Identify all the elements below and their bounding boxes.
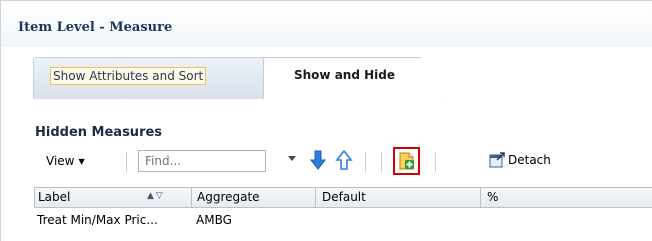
column-header-label[interactable]: Label [38,190,70,204]
column-header-default[interactable]: Default [322,190,366,204]
add-button-highlight[interactable] [393,147,420,175]
column-divider [480,188,481,208]
tab-label: Show Attributes and Sort [50,67,207,85]
sort-icon[interactable]: ▲▽ [147,191,165,201]
find-dropdown-icon[interactable] [288,156,296,161]
view-menu-label: View [46,154,75,168]
arrow-up-icon[interactable] [335,150,353,170]
cell-label: Treat Min/Max Pric... [37,213,158,227]
tab-label: Show and Hide [294,68,395,82]
panel-header: Item Level - Measure [1,1,652,47]
toolbar-divider [126,152,127,172]
column-header-aggregate[interactable]: Aggregate [197,190,260,204]
panel-title: Item Level - Measure [18,20,173,35]
section-title: Hidden Measures [35,125,163,140]
column-divider [315,188,316,208]
view-menu[interactable]: View ▼ [46,154,85,168]
find-input[interactable] [138,150,266,172]
add-document-icon [399,152,414,170]
column-header-percent[interactable]: % [487,190,498,204]
item-level-measure-panel: Item Level - Measure Show Attributes and… [0,0,652,241]
column-divider [191,188,192,208]
toolbar-divider [381,152,382,172]
toolbar: View▼ Detach [34,147,652,177]
tab-show-and-hide[interactable]: Show and Hide [263,57,443,99]
arrow-down-icon[interactable] [309,150,327,170]
table-header: Label ▲▽ Aggregate Default % [34,187,652,208]
cell-aggregate: AMBG [196,213,232,227]
table-row[interactable]: Treat Min/Max Pric... AMBG [34,211,652,231]
chevron-down-icon: ▼ [78,157,85,166]
tab-show-attributes-and-sort[interactable]: Show Attributes and Sort [33,57,271,99]
detach-button[interactable]: Detach [508,153,551,167]
tab-strip: Show Attributes and Sort Show and Hide [1,53,652,99]
detach-icon[interactable] [489,152,505,168]
toolbar-divider [365,152,366,172]
toolbar-divider [435,152,436,172]
